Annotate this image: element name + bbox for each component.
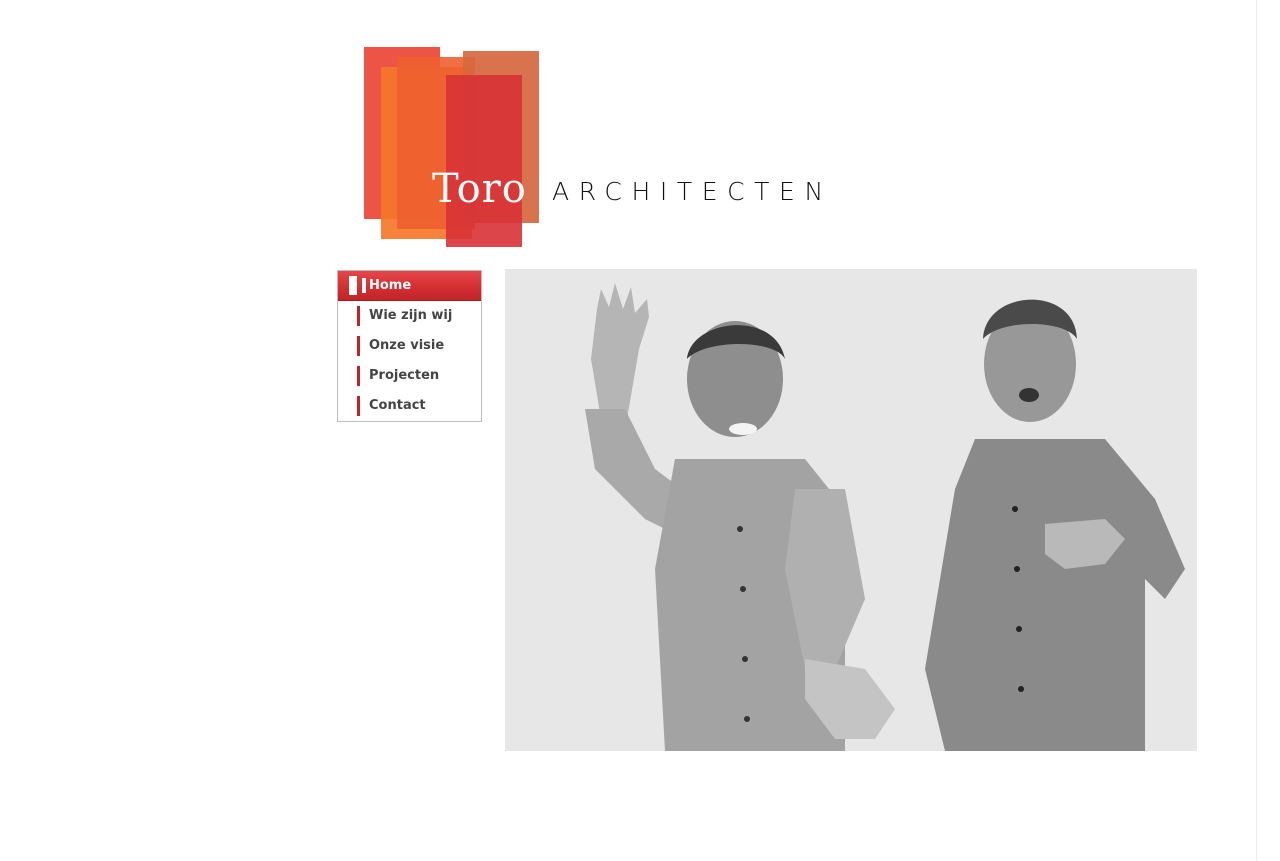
logo-tagline: ARCHITECTEN: [552, 177, 833, 206]
nav-item-label: Home: [369, 278, 412, 293]
nav-item-projecten[interactable]: Projecten: [338, 361, 481, 391]
nav-item-wie-zijn-wij[interactable]: Wie zijn wij: [338, 301, 481, 331]
nav-item-contact[interactable]: Contact: [338, 391, 481, 421]
nav-item-onze-visie[interactable]: Onze visie: [338, 331, 481, 361]
logo-square-crimson: [446, 75, 522, 247]
nav-marker-icon: [357, 306, 360, 326]
nav-marker-icon: [357, 366, 360, 386]
page: Toro ARCHITECTEN Home Wie zijn wij Onze …: [0, 0, 1280, 861]
main-nav: Home Wie zijn wij Onze visie Projecten C…: [337, 270, 482, 422]
nav-item-label: Wie zijn wij: [369, 308, 453, 323]
nav-marker-icon: [357, 336, 360, 356]
page-edge-divider: [1256, 0, 1257, 861]
photo-two-architects-icon: [505, 269, 1197, 751]
hero-photo: [505, 269, 1197, 751]
site-logo[interactable]: Toro ARCHITECTEN: [364, 47, 864, 247]
logo-wordmark: Toro: [432, 166, 527, 212]
nav-item-label: Projecten: [369, 368, 440, 383]
nav-item-home[interactable]: Home: [338, 271, 481, 301]
nav-marker-icon: [349, 276, 357, 295]
nav-marker-icon: [357, 396, 360, 416]
nav-item-label: Contact: [369, 398, 426, 413]
nav-item-label: Onze visie: [369, 338, 445, 353]
